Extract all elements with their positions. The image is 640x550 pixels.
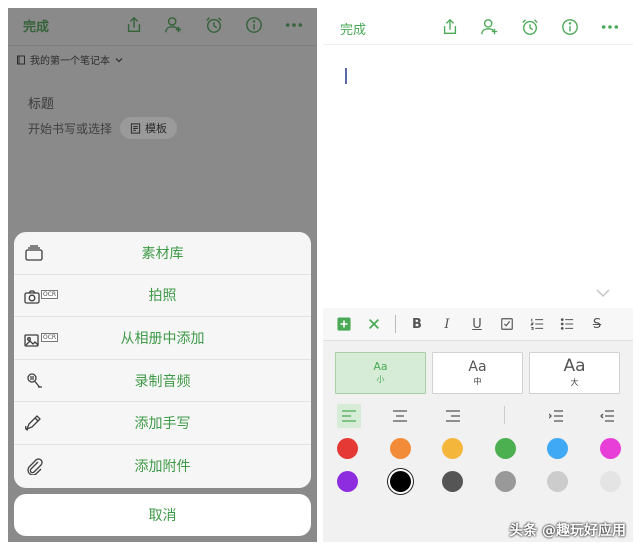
chevron-down-icon [115, 57, 123, 62]
done-button[interactable]: 完成 [23, 16, 49, 35]
photo-ocr-icon: OCR [24, 328, 59, 348]
alarm-icon[interactable] [517, 15, 543, 39]
template-icon [130, 122, 141, 134]
library-icon [24, 243, 48, 263]
color-swatch[interactable] [337, 471, 358, 492]
info-icon[interactable] [557, 15, 583, 39]
toolbar-separator [395, 315, 396, 333]
action-label: 素材库 [141, 245, 184, 262]
alarm-icon[interactable] [201, 14, 227, 36]
share-icon[interactable] [121, 14, 147, 36]
alignment-row [331, 402, 631, 430]
action-label: 录制音频 [134, 373, 191, 390]
notebook-icon [17, 55, 25, 64]
outdent-icon[interactable] [595, 404, 619, 428]
close-icon[interactable] [359, 309, 389, 339]
note-body-field[interactable]: 开始书写或选择 模板 [28, 117, 178, 139]
italic-icon[interactable]: I [432, 309, 462, 339]
color-palette [337, 438, 627, 504]
action-label: 从相册中添加 [120, 330, 205, 347]
color-swatch[interactable] [547, 438, 569, 459]
strikethrough-icon[interactable]: S [582, 309, 612, 339]
font-size-large[interactable]: Aa 大 [529, 352, 620, 394]
format-panel: B I U S Aa 小 Aa 中 Aa 大 [323, 308, 633, 542]
color-swatch[interactable] [442, 438, 464, 459]
action-attachment[interactable]: 添加附件 [14, 445, 311, 488]
checkbox-icon[interactable] [492, 309, 522, 339]
font-size-small[interactable]: Aa 小 [335, 352, 426, 394]
text-cursor [345, 68, 347, 84]
more-icon[interactable] [281, 14, 307, 36]
info-icon[interactable] [241, 14, 267, 36]
bulleted-list-icon[interactable] [552, 309, 582, 339]
template-button[interactable]: 模板 [120, 117, 178, 139]
bold-icon[interactable]: B [402, 309, 432, 339]
color-swatch[interactable] [494, 471, 516, 492]
notebook-selector[interactable]: 我的第一个笔记本 [16, 52, 124, 67]
size-glyph: Aa [468, 358, 487, 375]
watermark: 头条 @趣玩好应用 [509, 523, 626, 539]
size-label: 小 [376, 375, 385, 384]
font-size-selector: Aa 小 Aa 中 Aa 大 [335, 352, 620, 394]
underline-icon[interactable]: U [462, 309, 492, 339]
color-swatch[interactable] [599, 438, 621, 459]
microphone-icon [24, 371, 48, 391]
share-icon[interactable] [437, 15, 463, 39]
font-size-medium[interactable]: Aa 中 [432, 352, 523, 394]
align-center-icon[interactable] [388, 404, 412, 428]
action-camera[interactable]: OCR 拍照 [14, 275, 311, 318]
alignment-separator [504, 406, 505, 424]
color-row [337, 438, 627, 459]
right-header: 完成 [323, 8, 633, 45]
size-label: 中 [473, 376, 482, 386]
insert-action-sheet: 素材库 OCR 拍照 OCR 从相册中添加 录制音频 添加手写 添加附件 [14, 232, 311, 488]
notebook-label: 我的第一个笔记本 [30, 56, 110, 67]
add-user-icon[interactable] [477, 15, 503, 39]
format-toolbar: B I U S [323, 308, 633, 341]
left-header: 完成 [8, 8, 317, 44]
template-label: 模板 [145, 122, 168, 135]
ocr-badge: OCR [41, 332, 59, 342]
body-placeholder: 开始书写或选择 [28, 121, 113, 136]
numbered-list-icon[interactable] [522, 309, 552, 339]
color-swatch[interactable] [494, 438, 516, 459]
indent-icon[interactable] [544, 404, 568, 428]
screenshot-root: 完成 我的第一个笔记本 标题 开始书写或选择 模板 素材库 OCR 拍照 OCR… [0, 0, 640, 550]
ocr-badge: OCR [41, 290, 59, 300]
action-label: 添加手写 [134, 416, 191, 433]
action-library[interactable]: 素材库 [14, 232, 311, 275]
color-swatch[interactable] [389, 438, 411, 459]
camera-ocr-icon: OCR [24, 285, 59, 305]
action-handwriting[interactable]: 添加手写 [14, 402, 311, 445]
handwriting-icon [24, 413, 48, 433]
size-glyph: Aa [563, 356, 586, 376]
header-divider [8, 45, 317, 46]
color-row [337, 471, 627, 492]
color-swatch[interactable] [389, 471, 411, 492]
right-panel: 完成 B I U S Aa 小 Aa 中 Aa 大 [323, 8, 633, 542]
action-label: 添加附件 [134, 459, 191, 476]
note-title-field[interactable]: 标题 [28, 93, 54, 112]
color-swatch[interactable] [442, 471, 464, 492]
color-swatch[interactable] [337, 438, 358, 459]
size-glyph: Aa [373, 360, 388, 373]
chevron-down-icon[interactable] [595, 288, 611, 298]
action-label: 拍照 [148, 288, 177, 305]
align-left-icon[interactable] [337, 404, 361, 428]
plus-icon[interactable] [329, 309, 359, 339]
done-button[interactable]: 完成 [340, 19, 366, 38]
color-swatch[interactable] [547, 471, 569, 492]
size-label: 大 [570, 378, 579, 387]
action-record-audio[interactable]: 录制音频 [14, 360, 311, 403]
align-right-icon[interactable] [441, 404, 465, 428]
add-user-icon[interactable] [161, 14, 187, 36]
action-photo-album[interactable]: OCR 从相册中添加 [14, 317, 311, 360]
more-icon[interactable] [597, 15, 623, 39]
color-swatch[interactable] [599, 471, 621, 492]
cancel-button[interactable]: 取消 [14, 494, 311, 536]
left-panel: 完成 我的第一个笔记本 标题 开始书写或选择 模板 素材库 OCR 拍照 OCR… [8, 8, 317, 542]
paperclip-icon [24, 456, 48, 476]
